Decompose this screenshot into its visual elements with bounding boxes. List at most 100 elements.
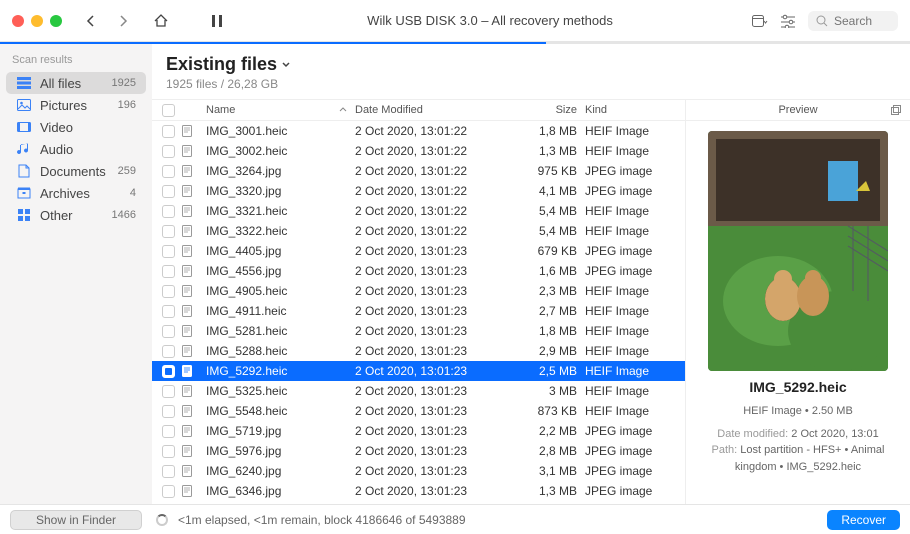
row-checkbox[interactable] xyxy=(162,285,175,298)
audio-icon xyxy=(16,141,32,157)
sidebar-item-other[interactable]: Other1466 xyxy=(6,204,146,226)
row-checkbox[interactable] xyxy=(162,205,175,218)
file-row[interactable]: IMG_3001.heic2 Oct 2020, 13:01:221,8 MBH… xyxy=(152,121,685,141)
row-checkbox[interactable] xyxy=(162,245,175,258)
row-checkbox[interactable] xyxy=(162,405,175,418)
recover-button[interactable]: Recover xyxy=(827,510,900,530)
show-in-finder-button[interactable]: Show in Finder xyxy=(10,510,142,530)
file-name: IMG_6346.jpg xyxy=(202,484,355,498)
file-date: 2 Oct 2020, 13:01:23 xyxy=(355,344,515,358)
row-checkbox[interactable] xyxy=(162,145,175,158)
file-name: IMG_5281.heic xyxy=(202,324,355,338)
sidebar-item-audio[interactable]: Audio xyxy=(6,138,146,160)
file-name: IMG_5288.heic xyxy=(202,344,355,358)
sidebar: Scan results All files1925Pictures196Vid… xyxy=(0,44,152,504)
file-row[interactable]: IMG_3320.jpg2 Oct 2020, 13:01:224,1 MBJP… xyxy=(152,181,685,201)
file-size: 5,4 MB xyxy=(515,224,585,238)
file-row[interactable]: IMG_5976.jpg2 Oct 2020, 13:01:232,8 MBJP… xyxy=(152,441,685,461)
file-kind: JPEG image xyxy=(585,264,685,278)
file-row[interactable]: IMG_6240.jpg2 Oct 2020, 13:01:233,1 MBJP… xyxy=(152,461,685,481)
file-row[interactable]: IMG_5292.heic2 Oct 2020, 13:01:232,5 MBH… xyxy=(152,361,685,381)
row-checkbox[interactable] xyxy=(162,125,175,138)
settings-sliders[interactable] xyxy=(780,14,796,28)
file-row[interactable]: IMG_4556.jpg2 Oct 2020, 13:01:231,6 MBJP… xyxy=(152,261,685,281)
file-list[interactable]: IMG_3001.heic2 Oct 2020, 13:01:221,8 MBH… xyxy=(152,121,685,504)
file-row[interactable]: IMG_5548.heic2 Oct 2020, 13:01:23873 KBH… xyxy=(152,401,685,421)
file-kind: JPEG image xyxy=(585,244,685,258)
row-checkbox[interactable] xyxy=(162,385,175,398)
file-row[interactable]: IMG_5719.jpg2 Oct 2020, 13:01:232,2 MBJP… xyxy=(152,421,685,441)
file-row[interactable]: IMG_5325.heic2 Oct 2020, 13:01:233 MBHEI… xyxy=(152,381,685,401)
file-row[interactable]: IMG_3321.heic2 Oct 2020, 13:01:225,4 MBH… xyxy=(152,201,685,221)
search-box[interactable] xyxy=(808,11,898,31)
file-row[interactable]: IMG_6392.jpg2 Oct 2020, 13:01:232,4 MBJP… xyxy=(152,501,685,504)
sidebar-item-video[interactable]: Video xyxy=(6,116,146,138)
file-icon xyxy=(180,164,202,178)
preview-pane: Preview xyxy=(685,99,910,504)
file-date: 2 Oct 2020, 13:01:23 xyxy=(355,244,515,258)
file-date: 2 Oct 2020, 13:01:23 xyxy=(355,324,515,338)
row-checkbox[interactable] xyxy=(162,305,175,318)
sidebar-item-label: Video xyxy=(40,120,73,135)
file-row[interactable]: IMG_6346.jpg2 Oct 2020, 13:01:231,3 MBJP… xyxy=(152,481,685,501)
file-kind: JPEG image xyxy=(585,184,685,198)
open-external-icon[interactable] xyxy=(890,104,902,116)
file-row[interactable]: IMG_4911.heic2 Oct 2020, 13:01:232,7 MBH… xyxy=(152,301,685,321)
preview-header: Preview xyxy=(686,99,910,121)
file-row[interactable]: IMG_3002.heic2 Oct 2020, 13:01:221,3 MBH… xyxy=(152,141,685,161)
row-checkbox[interactable] xyxy=(162,485,175,498)
calendar-dropdown[interactable] xyxy=(752,14,768,28)
column-kind[interactable]: Kind xyxy=(585,104,685,116)
row-checkbox[interactable] xyxy=(162,365,175,378)
file-date: 2 Oct 2020, 13:01:22 xyxy=(355,124,515,138)
section-title[interactable]: Existing files xyxy=(166,54,896,75)
file-kind: HEIF Image xyxy=(585,144,685,158)
row-checkbox[interactable] xyxy=(162,325,175,338)
row-checkbox[interactable] xyxy=(162,165,175,178)
file-date: 2 Oct 2020, 13:01:23 xyxy=(355,484,515,498)
file-size: 2,7 MB xyxy=(515,304,585,318)
column-date[interactable]: Date Modified xyxy=(355,104,515,116)
home-button[interactable] xyxy=(150,10,172,32)
column-name[interactable]: Name xyxy=(202,104,355,116)
select-all-checkbox[interactable] xyxy=(162,104,175,117)
file-kind: HEIF Image xyxy=(585,344,685,358)
sidebar-item-count: 196 xyxy=(118,99,136,111)
documents-icon xyxy=(16,163,32,179)
file-row[interactable]: IMG_4405.jpg2 Oct 2020, 13:01:23679 KBJP… xyxy=(152,241,685,261)
section-subtitle: 1925 files / 26,28 GB xyxy=(166,77,896,91)
row-checkbox[interactable] xyxy=(162,345,175,358)
file-row[interactable]: IMG_4905.heic2 Oct 2020, 13:01:232,3 MBH… xyxy=(152,281,685,301)
pause-button[interactable] xyxy=(206,10,228,32)
maximize-window[interactable] xyxy=(50,15,62,27)
back-button[interactable] xyxy=(80,10,102,32)
search-input[interactable] xyxy=(834,14,894,28)
file-size: 3 MB xyxy=(515,384,585,398)
file-row[interactable]: IMG_3264.jpg2 Oct 2020, 13:01:22975 KBJP… xyxy=(152,161,685,181)
preview-path-label: Path: xyxy=(712,444,738,456)
file-row[interactable]: IMG_5281.heic2 Oct 2020, 13:01:231,8 MBH… xyxy=(152,321,685,341)
file-row[interactable]: IMG_5288.heic2 Oct 2020, 13:01:232,9 MBH… xyxy=(152,341,685,361)
row-checkbox[interactable] xyxy=(162,425,175,438)
row-checkbox[interactable] xyxy=(162,465,175,478)
column-size[interactable]: Size xyxy=(515,104,585,116)
row-checkbox[interactable] xyxy=(162,265,175,278)
file-name: IMG_4405.jpg xyxy=(202,244,355,258)
file-size: 873 KB xyxy=(515,404,585,418)
sidebar-item-pictures[interactable]: Pictures196 xyxy=(6,94,146,116)
row-checkbox[interactable] xyxy=(162,225,175,238)
row-checkbox[interactable] xyxy=(162,185,175,198)
sidebar-item-count: 4 xyxy=(130,187,136,199)
sidebar-item-archives[interactable]: Archives4 xyxy=(6,182,146,204)
sidebar-item-allfiles[interactable]: All files1925 xyxy=(6,72,146,94)
sidebar-item-documents[interactable]: Documents259 xyxy=(6,160,146,182)
file-date: 2 Oct 2020, 13:01:23 xyxy=(355,424,515,438)
file-size: 1,3 MB xyxy=(515,144,585,158)
forward-button[interactable] xyxy=(112,10,134,32)
minimize-window[interactable] xyxy=(31,15,43,27)
row-checkbox[interactable] xyxy=(162,445,175,458)
close-window[interactable] xyxy=(12,15,24,27)
file-name: IMG_3264.jpg xyxy=(202,164,355,178)
file-row[interactable]: IMG_3322.heic2 Oct 2020, 13:01:225,4 MBH… xyxy=(152,221,685,241)
toolbar: Wilk USB DISK 3.0 – All recovery methods xyxy=(0,0,910,42)
